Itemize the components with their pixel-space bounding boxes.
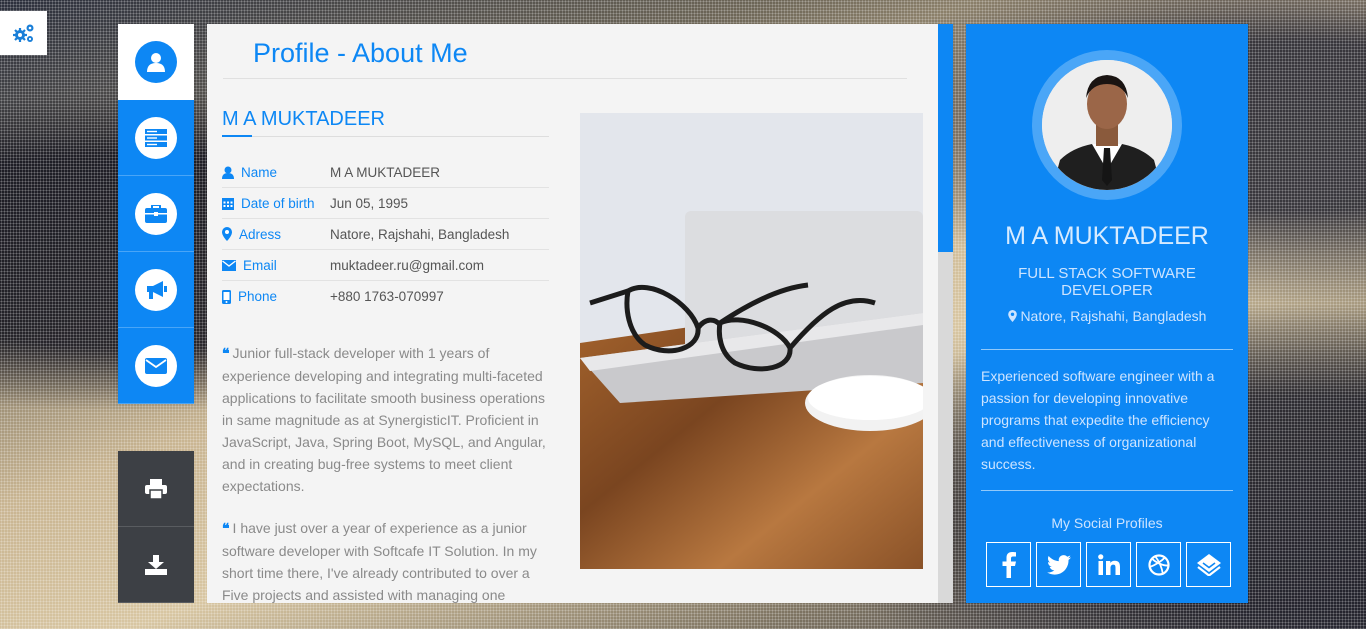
user-icon [222, 166, 234, 179]
info-row-dob: Date of birth Jun 05, 1995 [222, 188, 549, 219]
info-label: Adress [239, 226, 282, 242]
info-row-name: Name M A MUKTADEER [222, 157, 549, 188]
quote-icon: ❝ [222, 521, 230, 537]
download-icon [145, 554, 167, 575]
side-nav [118, 24, 194, 404]
info-label: Email [243, 257, 277, 273]
facebook-icon [1002, 551, 1016, 578]
linkedin-icon [1097, 554, 1120, 575]
tool-bar [118, 451, 194, 603]
print-button[interactable] [118, 451, 194, 527]
briefcase-icon [145, 204, 167, 223]
twitter-button[interactable] [1036, 542, 1081, 587]
info-value: +880 1763-070997 [330, 289, 444, 304]
info-label: Date of birth [241, 195, 315, 211]
envelope-icon [222, 259, 236, 271]
social-title: My Social Profiles [1051, 515, 1163, 531]
about-panel: Profile - About Me M A MUKTADEER Name M … [207, 24, 938, 603]
avatar-ring [1032, 50, 1182, 200]
envelope-icon [145, 357, 167, 374]
info-row-email: Email muktadeer.ru@gmail.com [222, 250, 549, 281]
workspace-photo [580, 113, 923, 569]
scrollbar-thumb[interactable] [938, 24, 953, 252]
dribbble-icon [1147, 553, 1170, 576]
nav-item-portfolio[interactable] [118, 176, 194, 252]
card-location: Natore, Rajshahi, Bangladesh [966, 308, 1248, 324]
server-icon [145, 128, 167, 147]
download-button[interactable] [118, 527, 194, 603]
info-value: Jun 05, 1995 [330, 195, 409, 211]
calendar-icon [222, 197, 234, 210]
nav-item-contact[interactable] [118, 328, 194, 404]
info-row-address: Adress Natore, Rajshahi, Bangladesh [222, 219, 549, 250]
twitter-icon [1046, 554, 1071, 575]
user-icon [147, 52, 165, 72]
info-list: Name M A MUKTADEER Date of birth Jun 05,… [222, 157, 549, 312]
profile-name: M A MUKTADEER [222, 108, 385, 130]
linkedin-button[interactable] [1086, 542, 1131, 587]
megaphone-icon [147, 280, 167, 299]
info-label: Phone [238, 289, 278, 304]
nav-item-resume[interactable] [118, 100, 194, 176]
gear-icon [12, 24, 33, 42]
quote-icon: ❝ [222, 346, 230, 362]
info-label: Name [241, 164, 278, 180]
card-name: M A MUKTADEER [1005, 222, 1209, 250]
bio-paragraph: ❝ Junior full-stack developer with 1 year… [222, 345, 546, 494]
avatar [1042, 60, 1172, 190]
map-marker-icon [222, 227, 232, 241]
stack-button[interactable] [1186, 542, 1231, 587]
info-row-phone: Phone +880 1763-070997 [222, 281, 549, 312]
nav-item-about[interactable] [118, 24, 194, 100]
name-divider [222, 135, 549, 137]
stack-icon [1196, 553, 1221, 576]
card-role: FULL STACK SOFTWARE DEVELOPER [1018, 265, 1196, 299]
print-icon [145, 478, 167, 499]
title-divider [223, 78, 907, 79]
bio: ❝ Junior full-stack developer with 1 year… [222, 342, 552, 603]
page-title: Profile - About Me [253, 38, 468, 68]
facebook-button[interactable] [986, 542, 1031, 587]
card-description: Experienced software engineer with a pas… [981, 368, 1215, 472]
info-value: M A MUKTADEER [330, 164, 441, 180]
map-marker-icon [1007, 310, 1017, 322]
nav-item-blog[interactable] [118, 252, 194, 328]
card-divider [981, 349, 1233, 350]
card-divider [981, 490, 1233, 491]
bio-paragraph: ❝ I have just over a year of experience a… [222, 520, 537, 603]
scrollbar[interactable] [938, 24, 953, 603]
social-links [986, 542, 1231, 587]
phone-icon [222, 289, 231, 304]
info-value: Natore, Rajshahi, Bangladesh [330, 226, 510, 242]
settings-button[interactable] [0, 11, 47, 55]
card-location-text: Natore, Rajshahi, Bangladesh [1020, 308, 1207, 324]
profile-card: M A MUKTADEER FULL STACK SOFTWARE DEVELO… [966, 24, 1248, 603]
dribbble-button[interactable] [1136, 542, 1181, 587]
info-value: muktadeer.ru@gmail.com [330, 257, 485, 273]
